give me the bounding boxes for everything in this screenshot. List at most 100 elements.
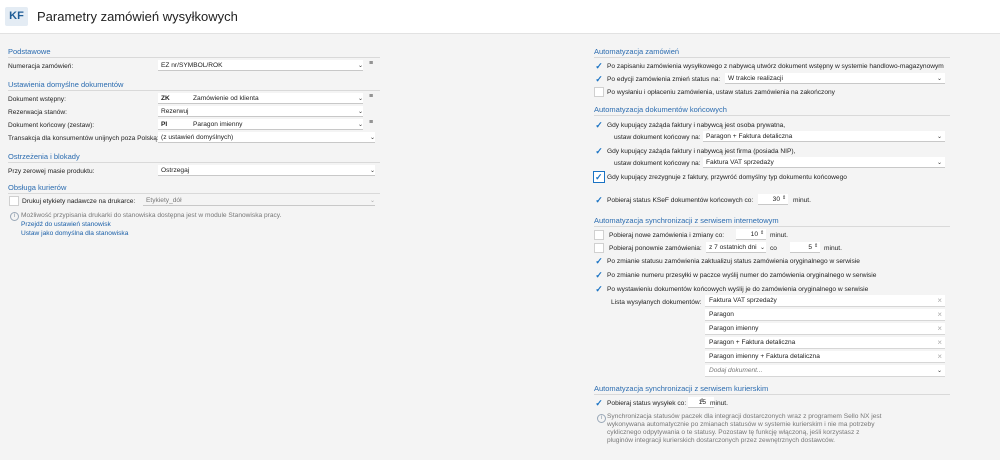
opt-ksef-checkbox[interactable]: ✓ — [594, 195, 604, 205]
link-domyslna-stanowiska[interactable]: Ustaw jako domyślna dla stanowiska — [21, 230, 128, 237]
opt-rezygnacja-checkbox[interactable]: ✓ — [593, 171, 605, 183]
opt-zmien-status-checkbox[interactable]: ✓ — [594, 74, 604, 84]
remove-icon[interactable]: × — [937, 309, 942, 321]
app-logo: KF — [5, 7, 28, 26]
opt-osoba-prywatna-sub: ustaw dokument końcowy na: — [614, 134, 701, 141]
menu-icon[interactable]: ≡ — [369, 119, 373, 126]
stepper-icon[interactable]: ⇕ — [760, 230, 764, 236]
chevron-down-icon[interactable]: ⌄ — [370, 134, 375, 141]
status-select[interactable]: W trakcie realizacji — [725, 73, 945, 84]
opt-osoba-prywatna-checkbox[interactable]: ✓ — [594, 120, 604, 130]
opt-aktualizuj-status-checkbox[interactable]: ✓ — [594, 256, 604, 266]
list-item-label: Paragon imienny — [709, 325, 759, 332]
kurier-info-line4: pluginów integracji kurierskich dostarcz… — [607, 437, 835, 444]
numeracja-label: Numeracja zamówień: — [8, 63, 74, 70]
list-item: Paragon imienny + Faktura detaliczna × — [705, 351, 945, 363]
ponowne-select[interactable]: z 7 ostatnich dni — [706, 242, 766, 253]
chevron-down-icon[interactable]: ⌄ — [937, 159, 942, 166]
rezerwacja-label: Rezerwacja stanów: — [8, 109, 68, 116]
transakcja-label: Transakcja dla konsumentów unijnych poza… — [8, 135, 159, 142]
link-ustawienia-stanowisk[interactable]: Przejdź do ustawień stanowisk — [21, 221, 111, 228]
section-podstawowe: Podstawowe — [8, 47, 376, 58]
chevron-down-icon[interactable]: ⌄ — [937, 133, 942, 140]
opt-nowe-checkbox[interactable] — [594, 230, 604, 240]
masa-select[interactable]: Ostrzegaj — [158, 165, 375, 176]
remove-icon[interactable]: × — [937, 337, 942, 349]
rezerwacja-select[interactable]: Rezerwuj — [158, 106, 363, 117]
transakcja-select[interactable]: (z ustawień domyślnych) — [158, 132, 375, 143]
list-item: Paragon × — [705, 309, 945, 321]
opt-utworz-dokument-checkbox[interactable]: ✓ — [594, 61, 604, 71]
dok-prywatna-select[interactable]: Paragon + Faktura detaliczna — [703, 131, 945, 142]
ponowne-unit: minut. — [824, 245, 842, 252]
section-koncowe: Automatyzacja dokumentów końcowych — [594, 105, 950, 116]
opt-numer-przesylki-checkbox[interactable]: ✓ — [594, 270, 604, 280]
list-item-label: Paragon imienny + Faktura detaliczna — [709, 353, 820, 360]
opt-ponowne-label: Pobieraj ponownie zamówienia: — [609, 245, 702, 252]
opt-rezygnacja-label: Gdy kupujący zrezygnuje z faktury, przyw… — [607, 174, 847, 181]
lista-label: Lista wysyłanych dokumentów: — [611, 299, 702, 306]
drukarka-info: Możliwość przypisania drukarki do stanow… — [21, 212, 282, 219]
menu-icon[interactable]: ≡ — [369, 60, 373, 67]
opt-nowe-label: Pobieraj nowe zamówienia i zmiany co: — [609, 232, 725, 239]
opt-zakonczony-checkbox[interactable] — [594, 87, 604, 97]
list-item: Faktura VAT sprzedaży × — [705, 295, 945, 307]
dok-koncowy-code: PI — [161, 121, 168, 128]
opt-zmien-status-label: Po edycji zamówienia zmień status na: — [607, 76, 721, 83]
dok-koncowy-select[interactable]: PI Paragon imienny — [158, 119, 363, 130]
chevron-down-icon[interactable]: ⌄ — [937, 365, 942, 377]
stepper-icon[interactable]: ⇕ — [814, 243, 818, 249]
kurier-info-line2: wykonywana automatycznie po zmianach sta… — [607, 421, 875, 428]
menu-icon[interactable]: ≡ — [369, 93, 373, 100]
add-document-select[interactable]: Dodaj dokument... ⌄ — [705, 365, 945, 377]
dok-koncowy-value: Paragon imienny — [193, 121, 243, 128]
drukuj-label: Drukuj etykiety nadawcze na drukarce: — [22, 198, 136, 205]
drukuj-checkbox[interactable] — [9, 196, 19, 206]
wysylki-unit: minut. — [710, 400, 728, 407]
stepper-icon[interactable]: ⇕ — [700, 398, 704, 404]
section-sync: Automatyzacja synchronizacji z serwisem … — [594, 216, 950, 227]
stepper-icon[interactable]: ⇕ — [782, 195, 786, 201]
opt-numer-przesylki-label: Po zmianie numeru przesyłki w paczce wyś… — [607, 272, 877, 279]
chevron-down-icon[interactable]: ⌄ — [760, 244, 765, 251]
chevron-down-icon[interactable]: ⌄ — [358, 62, 363, 69]
drukarka-select[interactable]: Etykiety_dół — [143, 195, 375, 206]
opt-firma-label: Gdy kupujący zażąda faktury i nabywcą je… — [607, 148, 796, 155]
list-item-label: Paragon + Faktura detaliczna — [709, 339, 796, 346]
dok-firma-select[interactable]: Faktura VAT sprzedaży — [703, 157, 945, 168]
opt-ponowne-checkbox[interactable] — [594, 243, 604, 253]
dok-wstepny-label: Dokument wstępny: — [8, 96, 66, 103]
kurier-info-line3: cyklicznego odpytywania o te statusy. Po… — [607, 429, 860, 436]
add-document-placeholder: Dodaj dokument... — [709, 367, 763, 374]
ponowne-co: co — [770, 245, 777, 252]
opt-osoba-prywatna-label: Gdy kupujący zażąda faktury i nabywcą je… — [607, 122, 786, 129]
chevron-down-icon[interactable]: ⌄ — [358, 121, 363, 128]
list-item-label: Faktura VAT sprzedaży — [709, 297, 777, 304]
chevron-down-icon[interactable]: ⌄ — [358, 95, 363, 102]
opt-wyslij-dokumenty-label: Po wystawieniu dokumentów końcowych wyśl… — [607, 286, 869, 293]
numeracja-select[interactable]: EZ nr/SYMBOL/ROK — [158, 60, 363, 71]
opt-status-wysylek-label: Pobieraj status wysyłek co: — [607, 400, 687, 407]
remove-icon[interactable]: × — [937, 323, 942, 335]
opt-firma-checkbox[interactable]: ✓ — [594, 146, 604, 156]
list-item: Paragon imienny × — [705, 323, 945, 335]
section-kurier: Automatyzacja synchronizacji z serwisem … — [594, 384, 951, 395]
chevron-down-icon[interactable]: ⌄ — [370, 167, 375, 174]
header: KF Parametry zamówień wysyłkowych — [0, 0, 1000, 34]
chevron-down-icon[interactable]: ⌄ — [358, 108, 363, 115]
chevron-down-icon[interactable]: ⌄ — [937, 75, 942, 82]
remove-icon[interactable]: × — [937, 295, 942, 307]
dok-koncowy-label: Dokument końcowy (zestaw): — [8, 122, 95, 129]
dok-wstepny-value: Zamówienie od klienta — [193, 95, 259, 102]
section-automatyzacja: Automatyzacja zamówień — [594, 47, 951, 58]
nowe-unit: minut. — [770, 232, 788, 239]
opt-aktualizuj-status-label: Po zmianie statusu zamówienia zaktualizu… — [607, 258, 860, 265]
opt-firma-sub: ustaw dokument końcowy na: — [614, 160, 701, 167]
info-icon: i — [10, 212, 19, 221]
dok-wstepny-select[interactable]: ZK Zamówienie od klienta — [158, 93, 363, 104]
remove-icon[interactable]: × — [937, 351, 942, 363]
opt-status-wysylek-checkbox[interactable]: ✓ — [594, 398, 604, 408]
section-ostrzezenia: Ostrzeżenia i blokady — [8, 152, 379, 163]
chevron-down-icon[interactable]: ⌄ — [370, 197, 375, 204]
opt-wyslij-dokumenty-checkbox[interactable]: ✓ — [594, 284, 604, 294]
